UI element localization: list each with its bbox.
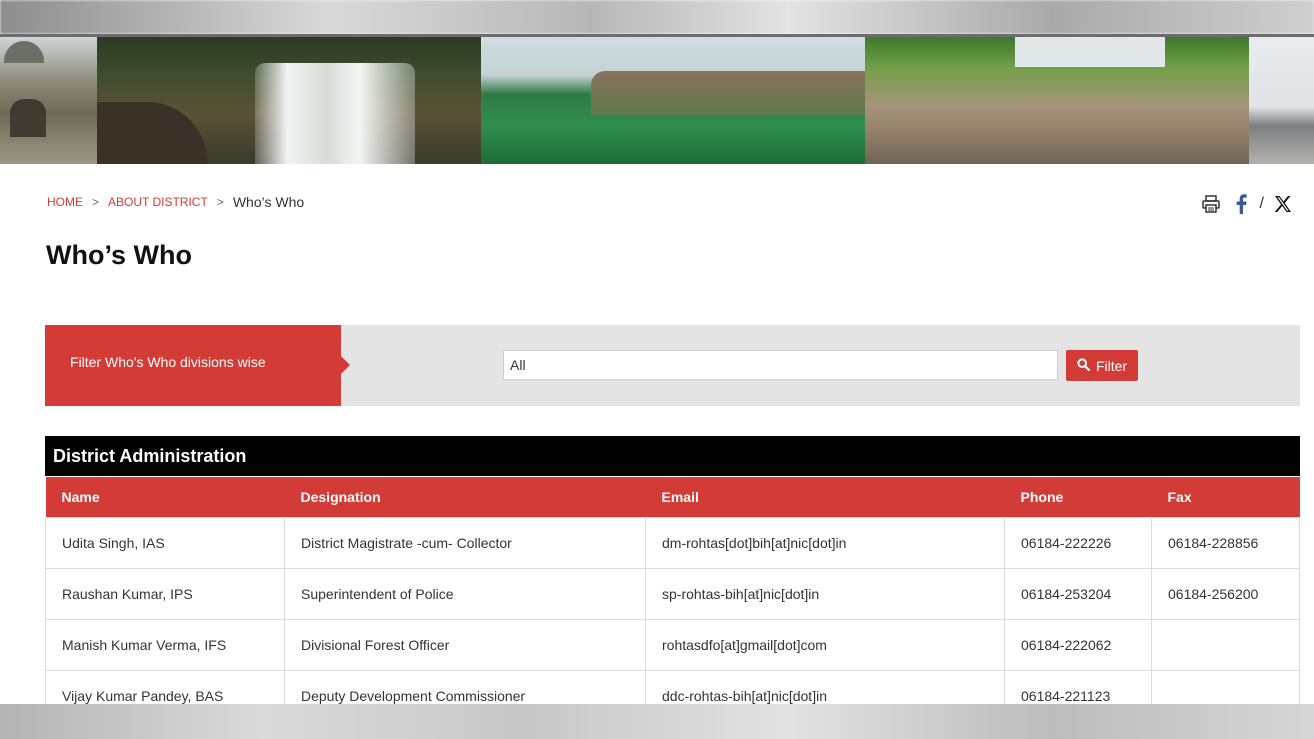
table-row: Raushan Kumar, IPS Superintendent of Pol…	[45, 568, 1300, 620]
fax-cell: 06184-228856	[1151, 517, 1300, 569]
fax-cell	[1151, 619, 1300, 671]
banner-fort-image	[0, 37, 97, 164]
column-header-designation: Designation	[284, 477, 646, 518]
designation-cell: Superintendent of Police	[284, 568, 646, 620]
whos-who-table: Name Designation Email Phone Fax Udita S…	[45, 477, 1300, 722]
table-header-row: Name Designation Email Phone Fax	[45, 477, 1300, 518]
banner-plateau-image	[481, 37, 865, 164]
breadcrumb-about-district-link[interactable]: ABOUT DISTRICT	[108, 195, 208, 209]
filter-button[interactable]: Filter	[1066, 350, 1138, 381]
table-row: Udita Singh, IAS District Magistrate -cu…	[45, 517, 1300, 569]
email-cell: sp-rohtas-bih[at]nic[dot]in	[645, 568, 1005, 620]
banner-building-image	[1249, 37, 1314, 164]
browser-bottom-blur	[0, 704, 1314, 739]
name-cell: Manish Kumar Verma, IFS	[45, 619, 285, 671]
facebook-icon[interactable]	[1230, 193, 1252, 215]
designation-cell: District Magistrate -cum- Collector	[284, 517, 646, 569]
page-title: Who’s Who	[46, 240, 192, 270]
designation-cell: Divisional Forest Officer	[284, 619, 646, 671]
column-header-phone: Phone	[1004, 477, 1152, 518]
breadcrumb-separator: >	[92, 195, 100, 209]
breadcrumb-separator: >	[216, 195, 224, 209]
search-icon	[1077, 357, 1091, 374]
filter-bar: Filter Who's Who divisions wise Filter	[45, 325, 1300, 406]
filter-button-label: Filter	[1095, 357, 1128, 374]
banner-waterfall-image	[97, 37, 481, 164]
phone-cell: 06184-222226	[1004, 517, 1152, 569]
phone-cell: 06184-222062	[1004, 619, 1152, 671]
print-icon[interactable]	[1200, 193, 1222, 215]
share-toolbar: /	[1200, 193, 1294, 215]
breadcrumb: HOME > ABOUT DISTRICT > Who’s Who	[47, 194, 304, 210]
fax-cell: 06184-256200	[1151, 568, 1300, 620]
name-cell: Raushan Kumar, IPS	[45, 568, 285, 620]
email-cell: rohtasdfo[at]gmail[dot]com	[645, 619, 1005, 671]
section-header: District Administration	[45, 436, 1300, 476]
table-row: Manish Kumar Verma, IFS Divisional Fores…	[45, 619, 1300, 671]
name-cell: Udita Singh, IAS	[45, 517, 285, 569]
column-header-name: Name	[45, 477, 285, 518]
x-twitter-icon[interactable]	[1272, 193, 1294, 215]
breadcrumb-home-link[interactable]: HOME	[47, 195, 83, 209]
column-header-email: Email	[645, 477, 1005, 518]
share-separator: /	[1259, 195, 1264, 212]
column-header-fax: Fax	[1151, 477, 1300, 518]
email-cell: dm-rohtas[dot]bih[at]nic[dot]in	[645, 517, 1005, 569]
filter-label-box: Filter Who's Who divisions wise	[45, 325, 350, 406]
filter-label: Filter Who's Who divisions wise	[70, 354, 266, 370]
banner-image-strip	[0, 37, 1314, 164]
division-filter-input[interactable]	[503, 350, 1058, 380]
breadcrumb-current: Who’s Who	[232, 194, 305, 210]
banner-rocky-stream-image	[865, 37, 1249, 164]
browser-top-blur	[0, 0, 1314, 34]
phone-cell: 06184-253204	[1004, 568, 1152, 620]
